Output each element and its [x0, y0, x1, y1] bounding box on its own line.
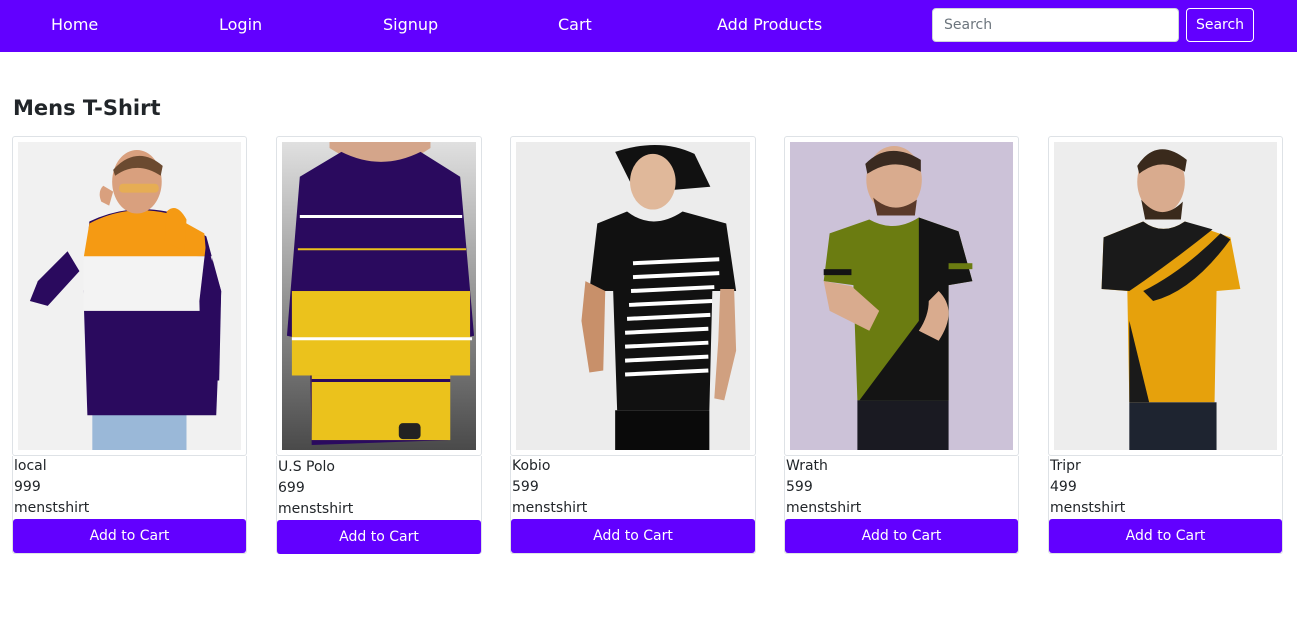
product-card: Wrath 599 menstshirt Add to Cart: [784, 136, 1019, 554]
product-name: Kobio: [512, 458, 551, 474]
product-image-frame: [12, 136, 247, 456]
product-card: local 999 menstshirt Add to Cart: [12, 136, 247, 554]
product-image-frame: [510, 136, 756, 456]
product-image-frame: [276, 136, 482, 456]
product-image-frame: [784, 136, 1019, 456]
product-category: menstshirt: [786, 500, 862, 516]
add-to-cart-button[interactable]: Add to Cart: [277, 520, 481, 554]
product-card-body: Kobio 599 menstshirt Add to Cart: [510, 456, 756, 554]
product-name: local: [14, 458, 47, 474]
add-to-cart-button[interactable]: Add to Cart: [1049, 519, 1282, 553]
product-card: Kobio 599 menstshirt Add to Cart: [510, 136, 756, 554]
product-price: 599: [512, 479, 539, 495]
nav-cart-link[interactable]: Cart: [558, 0, 592, 52]
add-to-cart-button[interactable]: Add to Cart: [511, 519, 755, 553]
product-card-body: Wrath 599 menstshirt Add to Cart: [784, 456, 1019, 554]
product-card-body: local 999 menstshirt Add to Cart: [12, 456, 247, 554]
product-price: 699: [278, 480, 305, 496]
nav-add-products-link[interactable]: Add Products: [717, 0, 822, 52]
section-title: Mens T-Shirt: [13, 96, 161, 120]
product-card-body: Tripr 499 menstshirt Add to Cart: [1048, 456, 1283, 554]
product-price: 499: [1050, 479, 1077, 495]
product-name: U.S Polo: [278, 459, 335, 475]
navbar: Home Login Signup Cart Add Products Sear…: [0, 0, 1297, 52]
add-to-cart-button[interactable]: Add to Cart: [785, 519, 1018, 553]
nav-signup-link[interactable]: Signup: [383, 0, 438, 52]
product-price: 599: [786, 479, 813, 495]
product-name: Tripr: [1050, 458, 1081, 474]
search-input[interactable]: [932, 8, 1179, 42]
product-price: 999: [14, 479, 41, 495]
product-category: menstshirt: [278, 501, 354, 517]
product-card: U.S Polo 699 menstshirt Add to Cart: [276, 136, 482, 554]
product-image-frame: [1048, 136, 1283, 456]
add-to-cart-button[interactable]: Add to Cart: [13, 519, 246, 553]
nav-login-link[interactable]: Login: [219, 0, 262, 52]
product-image[interactable]: [18, 142, 241, 450]
product-image[interactable]: [516, 142, 750, 450]
product-image[interactable]: [1054, 142, 1277, 450]
product-category: menstshirt: [512, 500, 588, 516]
product-image[interactable]: [282, 142, 476, 450]
product-card-body: U.S Polo 699 menstshirt Add to Cart: [276, 456, 482, 554]
product-category: menstshirt: [1050, 500, 1126, 516]
product-card: Tripr 499 menstshirt Add to Cart: [1048, 136, 1283, 554]
product-image[interactable]: [790, 142, 1013, 450]
search-button[interactable]: Search: [1186, 8, 1254, 42]
product-category: menstshirt: [14, 500, 90, 516]
nav-home-link[interactable]: Home: [51, 0, 98, 52]
product-name: Wrath: [786, 458, 828, 474]
